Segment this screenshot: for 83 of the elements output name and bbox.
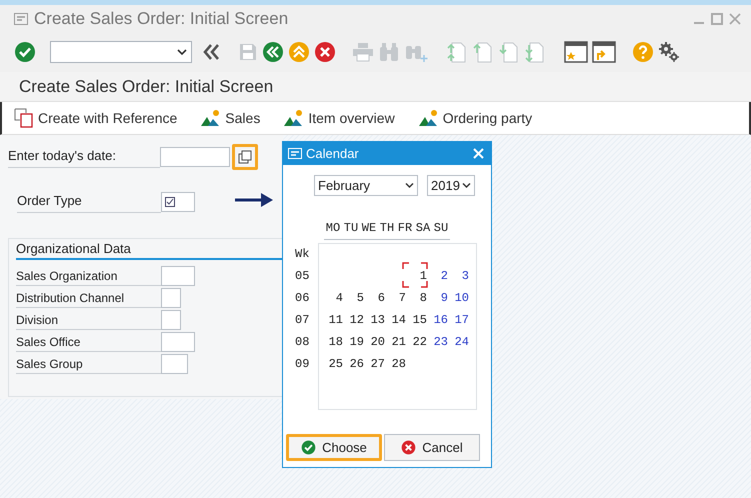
weekday-header: TH [378,220,396,237]
weekday-header: WE [360,220,378,237]
calendar-day[interactable]: 17 [454,311,469,329]
section-title: Organizational Data [16,240,131,256]
calendar-day[interactable]: 6 [378,289,385,307]
week-number: 06 [295,290,310,307]
calendar-day[interactable]: 12 [350,311,364,329]
input-field[interactable] [161,354,188,374]
calendar-day[interactable]: 11 [328,311,343,329]
calendar-day[interactable]: 18 [328,333,343,351]
maximize-icon[interactable] [711,12,723,24]
chevron-down-icon [405,182,414,189]
calendar-day[interactable]: 15 [412,311,427,329]
toolbar-button[interactable]: Ordering party [418,108,532,128]
toolbar-button[interactable]: Item overview [284,108,395,128]
calendar-day[interactable]: 9 [440,289,448,307]
week-number: 07 [295,312,310,329]
calendar-day[interactable]: 7 [398,289,406,307]
weekday-header: TU [342,220,360,237]
double-chevron-left-icon[interactable] [202,43,220,61]
input-field[interactable] [161,288,181,308]
calendar-day[interactable]: 19 [350,333,364,351]
chevron-down-icon [462,182,471,189]
choose-button[interactable]: Choose [286,434,382,461]
week-number: 09 [295,356,310,373]
menu-icon[interactable] [14,12,28,24]
back-icon[interactable] [262,41,284,63]
calendar-day[interactable]: 27 [370,355,385,373]
toolbar-button[interactable]: Create with Reference [14,108,178,128]
settings-icon[interactable] [658,41,680,63]
mountain-sun-icon [284,109,304,127]
cancel-button[interactable]: Cancel [384,434,480,461]
calendar-day[interactable]: 21 [392,333,406,351]
year-dropdown[interactable]: 2019 [427,175,475,196]
checkmark-icon [301,440,316,455]
calendar-day[interactable]: 5 [356,289,364,307]
weekday-header: SU [432,220,450,237]
month-dropdown[interactable]: February [314,175,418,196]
command-field[interactable] [50,41,192,63]
calendar-day[interactable]: 14 [392,311,406,329]
input-field[interactable] [161,310,181,330]
calendar-day[interactable]: 25 [328,355,343,373]
calendar-day[interactable]: 4 [336,289,343,307]
calendar-day[interactable]: 22 [412,333,427,351]
window-title: Create Sales Order: Initial Screen [34,8,288,30]
calendar-day[interactable]: 13 [370,311,385,329]
mountain-sun-icon [201,109,222,127]
weekday-header: FR [396,220,414,237]
calendar-day[interactable]: 24 [454,333,469,351]
calendar-day[interactable]: 3 [462,267,469,285]
cancel-icon [401,440,416,455]
chevron-down-icon [177,48,187,56]
toolbar-button[interactable]: Sales [201,108,260,128]
input-field[interactable] [161,266,195,286]
week-number: 08 [295,334,310,351]
arrow-icon [235,193,273,207]
calendar-day[interactable]: 23 [434,333,448,351]
close-icon[interactable] [729,12,741,24]
calendar-day[interactable]: 1 [420,267,427,285]
date-field[interactable] [160,147,230,167]
input-field[interactable] [161,332,195,352]
value-help-icon [238,150,252,164]
calendar-day[interactable]: 20 [370,333,385,351]
mountain-sun-icon [418,109,439,127]
weekday-header: SA [414,220,432,237]
cancel-icon[interactable] [314,41,336,63]
week-header: Wk [295,246,310,263]
screen-title: Create Sales Order: Initial Screen [19,76,274,98]
checkbox-icon [165,196,175,207]
calendar-day[interactable]: 8 [420,289,427,307]
copy-document-icon [14,108,34,128]
calendar-day[interactable]: 26 [350,355,364,373]
calendar-button[interactable] [232,144,258,170]
week-number: 05 [295,268,310,285]
dialog-title: Calendar [306,144,359,163]
calendar-day[interactable]: 10 [454,289,469,307]
calendar-day[interactable]: 16 [434,311,448,329]
calendar-day[interactable]: 28 [392,355,406,373]
calendar-day[interactable]: 2 [440,267,448,285]
weekday-header: MO [324,220,342,237]
checkmark-icon[interactable] [14,41,36,63]
exit-icon[interactable] [288,41,310,63]
input-field[interactable] [161,192,195,212]
